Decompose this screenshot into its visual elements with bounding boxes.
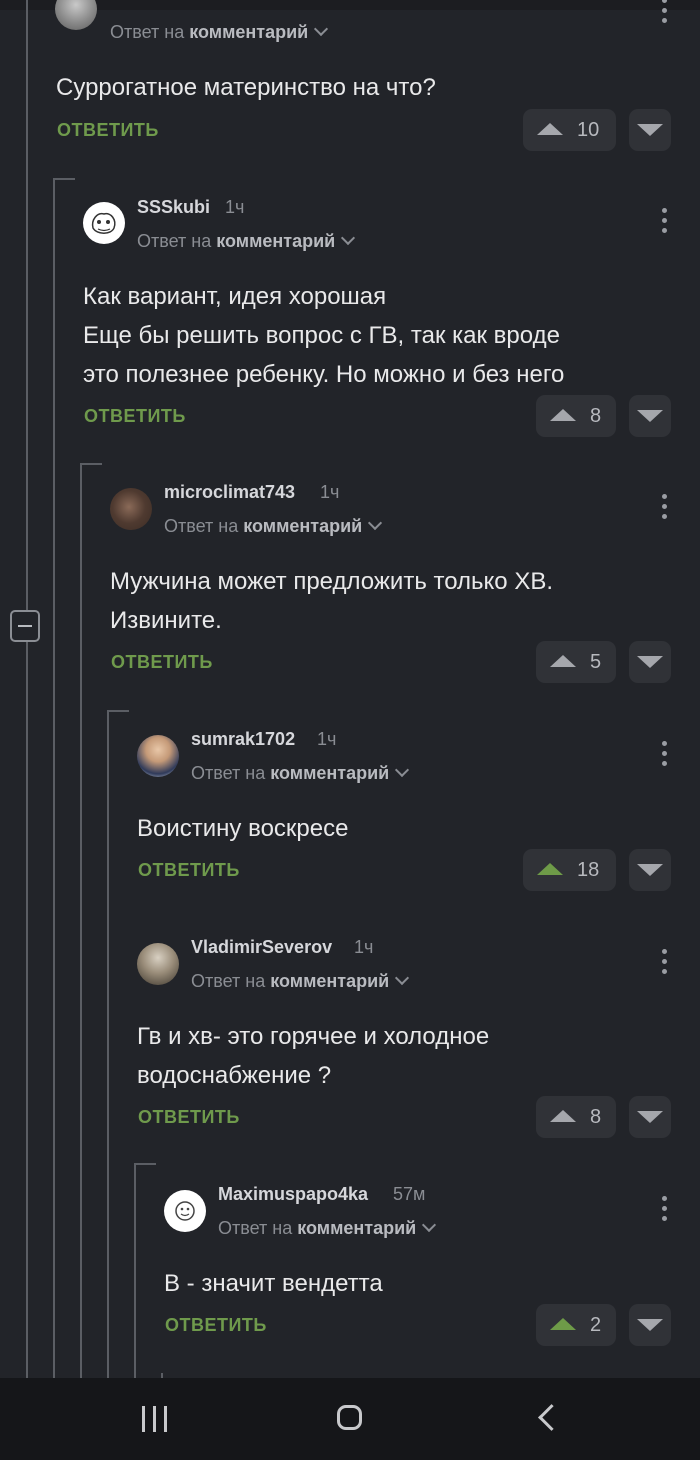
upvote-button[interactable]: 8: [536, 395, 616, 437]
reply-button[interactable]: ОТВЕТИТЬ: [111, 652, 213, 673]
back-icon[interactable]: [538, 1404, 565, 1431]
comment-text: Извините.: [110, 607, 222, 634]
triangle-down-icon: [637, 656, 663, 668]
avatar[interactable]: [137, 943, 179, 985]
username[interactable]: sumrak1702: [191, 729, 295, 750]
comment-text: Мужчина может предложить только ХВ.: [110, 568, 554, 595]
thread-line[interactable]: [26, 0, 28, 1378]
timestamp: 57м: [393, 1184, 426, 1204]
comment-text: Как вариант, идея хорошая: [83, 283, 387, 310]
upvote-button[interactable]: 8: [536, 1096, 616, 1138]
reply-button[interactable]: ОТВЕТИТЬ: [84, 406, 186, 427]
timestamp: 1ч: [225, 197, 245, 217]
chevron-down-icon: [368, 515, 383, 531]
triangle-up-icon: [537, 863, 563, 875]
triangle-up-icon: [550, 409, 576, 421]
reply-to-link[interactable]: Ответ на комментарий: [191, 970, 410, 992]
kebab-menu-icon[interactable]: [662, 0, 668, 24]
downvote-button[interactable]: [629, 109, 671, 151]
thread-connector: [80, 463, 102, 465]
kebab-menu-icon[interactable]: [662, 949, 668, 975]
username[interactable]: microclimat743: [164, 482, 295, 503]
chevron-down-icon: [395, 970, 410, 986]
comment-text: Воистину воскресе: [137, 815, 349, 842]
thread-line[interactable]: [53, 178, 55, 1378]
rating-count: 8: [590, 404, 602, 427]
upvote-button[interactable]: 18: [523, 849, 616, 891]
comment-text: Гв и хв- это горячее и холодное: [137, 1023, 490, 1050]
triangle-down-icon: [637, 1111, 663, 1123]
top-edge: [0, 0, 700, 10]
thread-line[interactable]: [134, 1163, 136, 1378]
reply-button[interactable]: ОТВЕТИТЬ: [165, 1315, 267, 1336]
comment-text: водоснабжение ?: [137, 1062, 332, 1089]
cartoon-avatar-icon: [91, 212, 116, 234]
thread-connector: [107, 710, 129, 712]
triangle-down-icon: [637, 410, 663, 422]
avatar[interactable]: [83, 202, 125, 244]
thread-line[interactable]: [107, 710, 109, 1378]
downvote-button[interactable]: [629, 1304, 671, 1346]
avatar[interactable]: [110, 488, 152, 530]
triangle-down-icon: [637, 124, 663, 136]
avatar[interactable]: [137, 735, 179, 777]
username[interactable]: Maximuspapo4ka: [218, 1184, 368, 1205]
meme-face-avatar-icon: [175, 1201, 195, 1221]
downvote-button[interactable]: [629, 1096, 671, 1138]
rating-count: 18: [577, 858, 600, 881]
chevron-down-icon: [314, 21, 329, 37]
downvote-button[interactable]: [629, 849, 671, 891]
rating-count: 5: [590, 650, 602, 673]
downvote-button[interactable]: [629, 641, 671, 683]
home-icon[interactable]: [337, 1405, 362, 1430]
rating-count: 10: [577, 118, 600, 141]
upvote-button[interactable]: 10: [523, 109, 616, 151]
timestamp: 1ч: [320, 482, 340, 502]
chevron-down-icon: [395, 762, 410, 778]
triangle-down-icon: [637, 1319, 663, 1331]
username[interactable]: SSSkubi: [137, 197, 210, 218]
triangle-up-icon: [550, 1318, 576, 1330]
comment-text: Суррогатное материнство на что?: [56, 74, 436, 101]
reply-button[interactable]: ОТВЕТИТЬ: [57, 120, 159, 141]
reply-button[interactable]: ОТВЕТИТЬ: [138, 860, 240, 881]
system-navigation-bar: [0, 1378, 700, 1460]
thread-connector: [53, 178, 75, 180]
reply-to-link[interactable]: Ответ на комментарий: [110, 21, 329, 43]
timestamp: 1ч: [317, 729, 337, 749]
timestamp: 1ч: [354, 937, 374, 957]
rating-count: 8: [590, 1105, 602, 1128]
username[interactable]: VladimirSeverov: [191, 937, 332, 958]
reply-button[interactable]: ОТВЕТИТЬ: [138, 1107, 240, 1128]
triangle-up-icon: [550, 655, 576, 667]
upvote-button[interactable]: 5: [536, 641, 616, 683]
recent-apps-icon[interactable]: [142, 1406, 168, 1432]
reply-to-link[interactable]: Ответ на комментарий: [164, 515, 383, 537]
kebab-menu-icon[interactable]: [662, 494, 668, 520]
triangle-down-icon: [637, 864, 663, 876]
avatar[interactable]: [164, 1190, 206, 1232]
chevron-down-icon: [341, 230, 356, 246]
thread-connector: [134, 1163, 156, 1165]
comment-text: это полезнее ребенку. Но можно и без нег…: [83, 361, 565, 388]
avatar[interactable]: [55, 0, 97, 30]
triangle-up-icon: [537, 123, 563, 135]
kebab-menu-icon[interactable]: [662, 741, 668, 767]
kebab-menu-icon[interactable]: [662, 208, 668, 234]
reply-to-link[interactable]: Ответ на комментарий: [218, 1217, 437, 1239]
reply-to-link[interactable]: Ответ на комментарий: [191, 762, 410, 784]
kebab-menu-icon[interactable]: [662, 1196, 668, 1222]
rating-count: 2: [590, 1313, 602, 1336]
comment-text: Еще бы решить вопрос с ГВ, так как вроде: [83, 322, 560, 349]
reply-to-link[interactable]: Ответ на комментарий: [137, 230, 356, 252]
downvote-button[interactable]: [629, 395, 671, 437]
thread-line[interactable]: [80, 463, 82, 1378]
triangle-up-icon: [550, 1110, 576, 1122]
chevron-down-icon: [422, 1217, 437, 1233]
comment-text: В - значит вендетта: [164, 1270, 383, 1297]
upvote-button[interactable]: 2: [536, 1304, 616, 1346]
collapse-thread-button[interactable]: [10, 610, 40, 642]
